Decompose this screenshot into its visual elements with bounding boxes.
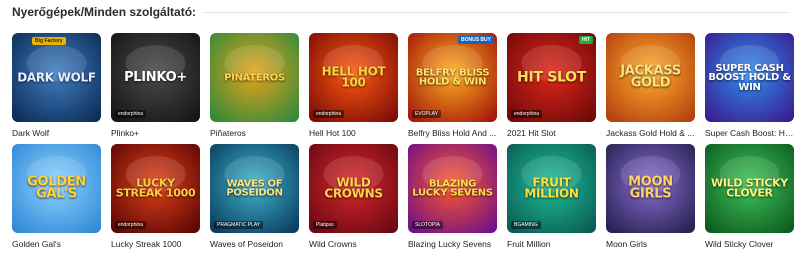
game-grid: DARK WOLF Big Factory Dark Wolf PLINKO+ endo… (12, 33, 794, 255)
game-card[interactable]: WILD CROWNS Platipus Wild Crowns (309, 144, 398, 255)
section-divider (204, 11, 788, 13)
game-logo-text: WILD CROWNS (324, 175, 383, 201)
game-thumbnail[interactable]: SUPER CASH BOOST HOLD & WIN (705, 33, 794, 122)
game-thumbnail[interactable]: WILD STICKY CLOVER (705, 144, 794, 233)
game-title[interactable]: Wild Sticky Clover (705, 239, 794, 249)
game-card[interactable]: LUCKY STREAK 1000 endorphina Lucky Streak … (111, 144, 200, 255)
game-card[interactable]: GOLDEN GAL'S Golden Gal's (12, 144, 101, 255)
game-title[interactable]: 2021 Hit Slot (507, 128, 596, 138)
game-thumbnail[interactable]: GOLDEN GAL'S (12, 144, 101, 233)
game-thumbnail[interactable]: PIÑATEROS (210, 33, 299, 122)
game-thumbnail[interactable]: WILD CROWNS Platipus (309, 144, 398, 233)
game-title[interactable]: Moon Girls (606, 239, 695, 249)
game-card[interactable]: BLAZING LUCKY SEVENS SLOTOPIA Blazing Luck… (408, 144, 497, 255)
game-badge: HIT (578, 36, 593, 44)
game-title[interactable]: Wild Crowns (309, 239, 398, 249)
provider-label: endorphina (313, 110, 345, 118)
section-title: Nyerőgépek/Minden szolgáltató: (12, 5, 197, 19)
game-title[interactable]: Dark Wolf (12, 128, 101, 138)
provider-label: endorphina (115, 221, 147, 229)
game-title[interactable]: Golden Gal's (12, 239, 101, 249)
provider-label: EVOPLAY (412, 110, 441, 118)
game-title[interactable]: Fruit Million (507, 239, 596, 249)
game-thumbnail[interactable]: PLINKO+ endorphina (111, 33, 200, 122)
game-logo-text: HELL HOT 100 (321, 64, 386, 90)
game-logo-text: WILD STICKY CLOVER (711, 176, 788, 200)
game-card[interactable]: BELFRY BLISS HOLD & WIN EVOPLAY BONUS BUY B… (408, 33, 497, 144)
game-logo-text: BELFRY BLISS HOLD & WIN (415, 67, 490, 88)
game-badge: BONUS BUY (457, 36, 494, 44)
game-thumbnail[interactable]: HELL HOT 100 endorphina (309, 33, 398, 122)
game-title[interactable]: Piñateros (210, 128, 299, 138)
game-card[interactable]: SUPER CASH BOOST HOLD & WIN Super Cash Bo… (705, 33, 794, 144)
section-header: Nyerőgépek/Minden szolgáltató: (12, 0, 788, 24)
game-thumbnail[interactable]: BLAZING LUCKY SEVENS SLOTOPIA (408, 144, 497, 233)
game-thumbnail[interactable]: DARK WOLF Big Factory (12, 33, 101, 122)
game-title[interactable]: Belfry Bliss Hold And ... (408, 128, 497, 138)
game-logo-text: DARK WOLF (17, 69, 96, 84)
game-logo-text: PLINKO+ (124, 69, 187, 85)
game-logo-text: GOLDEN GAL'S (27, 174, 86, 202)
game-logo-text: HIT SLOT (517, 68, 586, 85)
provider-label: SLOTOPIA (412, 221, 443, 229)
game-title[interactable]: Plinko+ (111, 128, 200, 138)
game-card[interactable]: WILD STICKY CLOVER Wild Sticky Clover (705, 144, 794, 255)
provider-label: Platipus (313, 221, 337, 229)
game-logo-text: JACKASS GOLD (620, 63, 681, 91)
game-row: DARK WOLF Big Factory Dark Wolf PLINKO+ endo… (12, 33, 794, 144)
game-logo-text: WAVES OF POSEIDON (226, 178, 283, 199)
provider-label: BGAMING (511, 221, 541, 229)
game-logo-text: PIÑATEROS (224, 71, 285, 83)
provider-label: endorphina (511, 110, 543, 118)
game-logo-text: SUPER CASH BOOST HOLD & WIN (708, 62, 791, 93)
game-title[interactable]: Waves of Poseidon (210, 239, 299, 249)
game-title[interactable]: Lucky Streak 1000 (111, 239, 200, 249)
game-thumbnail[interactable]: MOON GIRLS (606, 144, 695, 233)
game-thumbnail[interactable]: LUCKY STREAK 1000 endorphina (111, 144, 200, 233)
game-badge: Big Factory (32, 37, 66, 45)
game-title[interactable]: Super Cash Boost: Ho... (705, 128, 794, 138)
game-title[interactable]: Jackass Gold Hold & ... (606, 128, 695, 138)
game-title[interactable]: Hell Hot 100 (309, 128, 398, 138)
game-logo-text: FRUIT MILLION (524, 175, 579, 201)
game-card[interactable]: PIÑATEROS Piñateros (210, 33, 299, 144)
game-thumbnail[interactable]: JACKASS GOLD (606, 33, 695, 122)
game-card[interactable]: HIT SLOT endorphina HIT 2021 Hit Slot (507, 33, 596, 144)
game-thumbnail[interactable]: BELFRY BLISS HOLD & WIN EVOPLAY BONUS BUY (408, 33, 497, 122)
game-card[interactable]: MOON GIRLS Moon Girls (606, 144, 695, 255)
game-thumbnail[interactable]: WAVES OF POSEIDON PRAGMATIC PLAY (210, 144, 299, 233)
game-card[interactable]: FRUIT MILLION BGAMING Fruit Million (507, 144, 596, 255)
provider-label: endorphina (115, 110, 147, 118)
game-logo-text: LUCKY STREAK 1000 (115, 176, 196, 200)
game-thumbnail[interactable]: HIT SLOT endorphina HIT (507, 33, 596, 122)
game-card[interactable]: HELL HOT 100 endorphina Hell Hot 100 (309, 33, 398, 144)
game-logo-text: BLAZING LUCKY SEVENS (412, 178, 493, 199)
game-card[interactable]: WAVES OF POSEIDON PRAGMATIC PLAY Waves of … (210, 144, 299, 255)
game-card[interactable]: JACKASS GOLD Jackass Gold Hold & ... (606, 33, 695, 144)
game-card[interactable]: PLINKO+ endorphina Plinko+ (111, 33, 200, 144)
provider-label: PRAGMATIC PLAY (214, 221, 264, 229)
game-logo-text: MOON GIRLS (628, 174, 673, 202)
game-card[interactable]: DARK WOLF Big Factory Dark Wolf (12, 33, 101, 144)
game-row: GOLDEN GAL'S Golden Gal's LUCKY STREAK 100… (12, 144, 794, 255)
game-title[interactable]: Blazing Lucky Sevens (408, 239, 497, 249)
game-thumbnail[interactable]: FRUIT MILLION BGAMING (507, 144, 596, 233)
